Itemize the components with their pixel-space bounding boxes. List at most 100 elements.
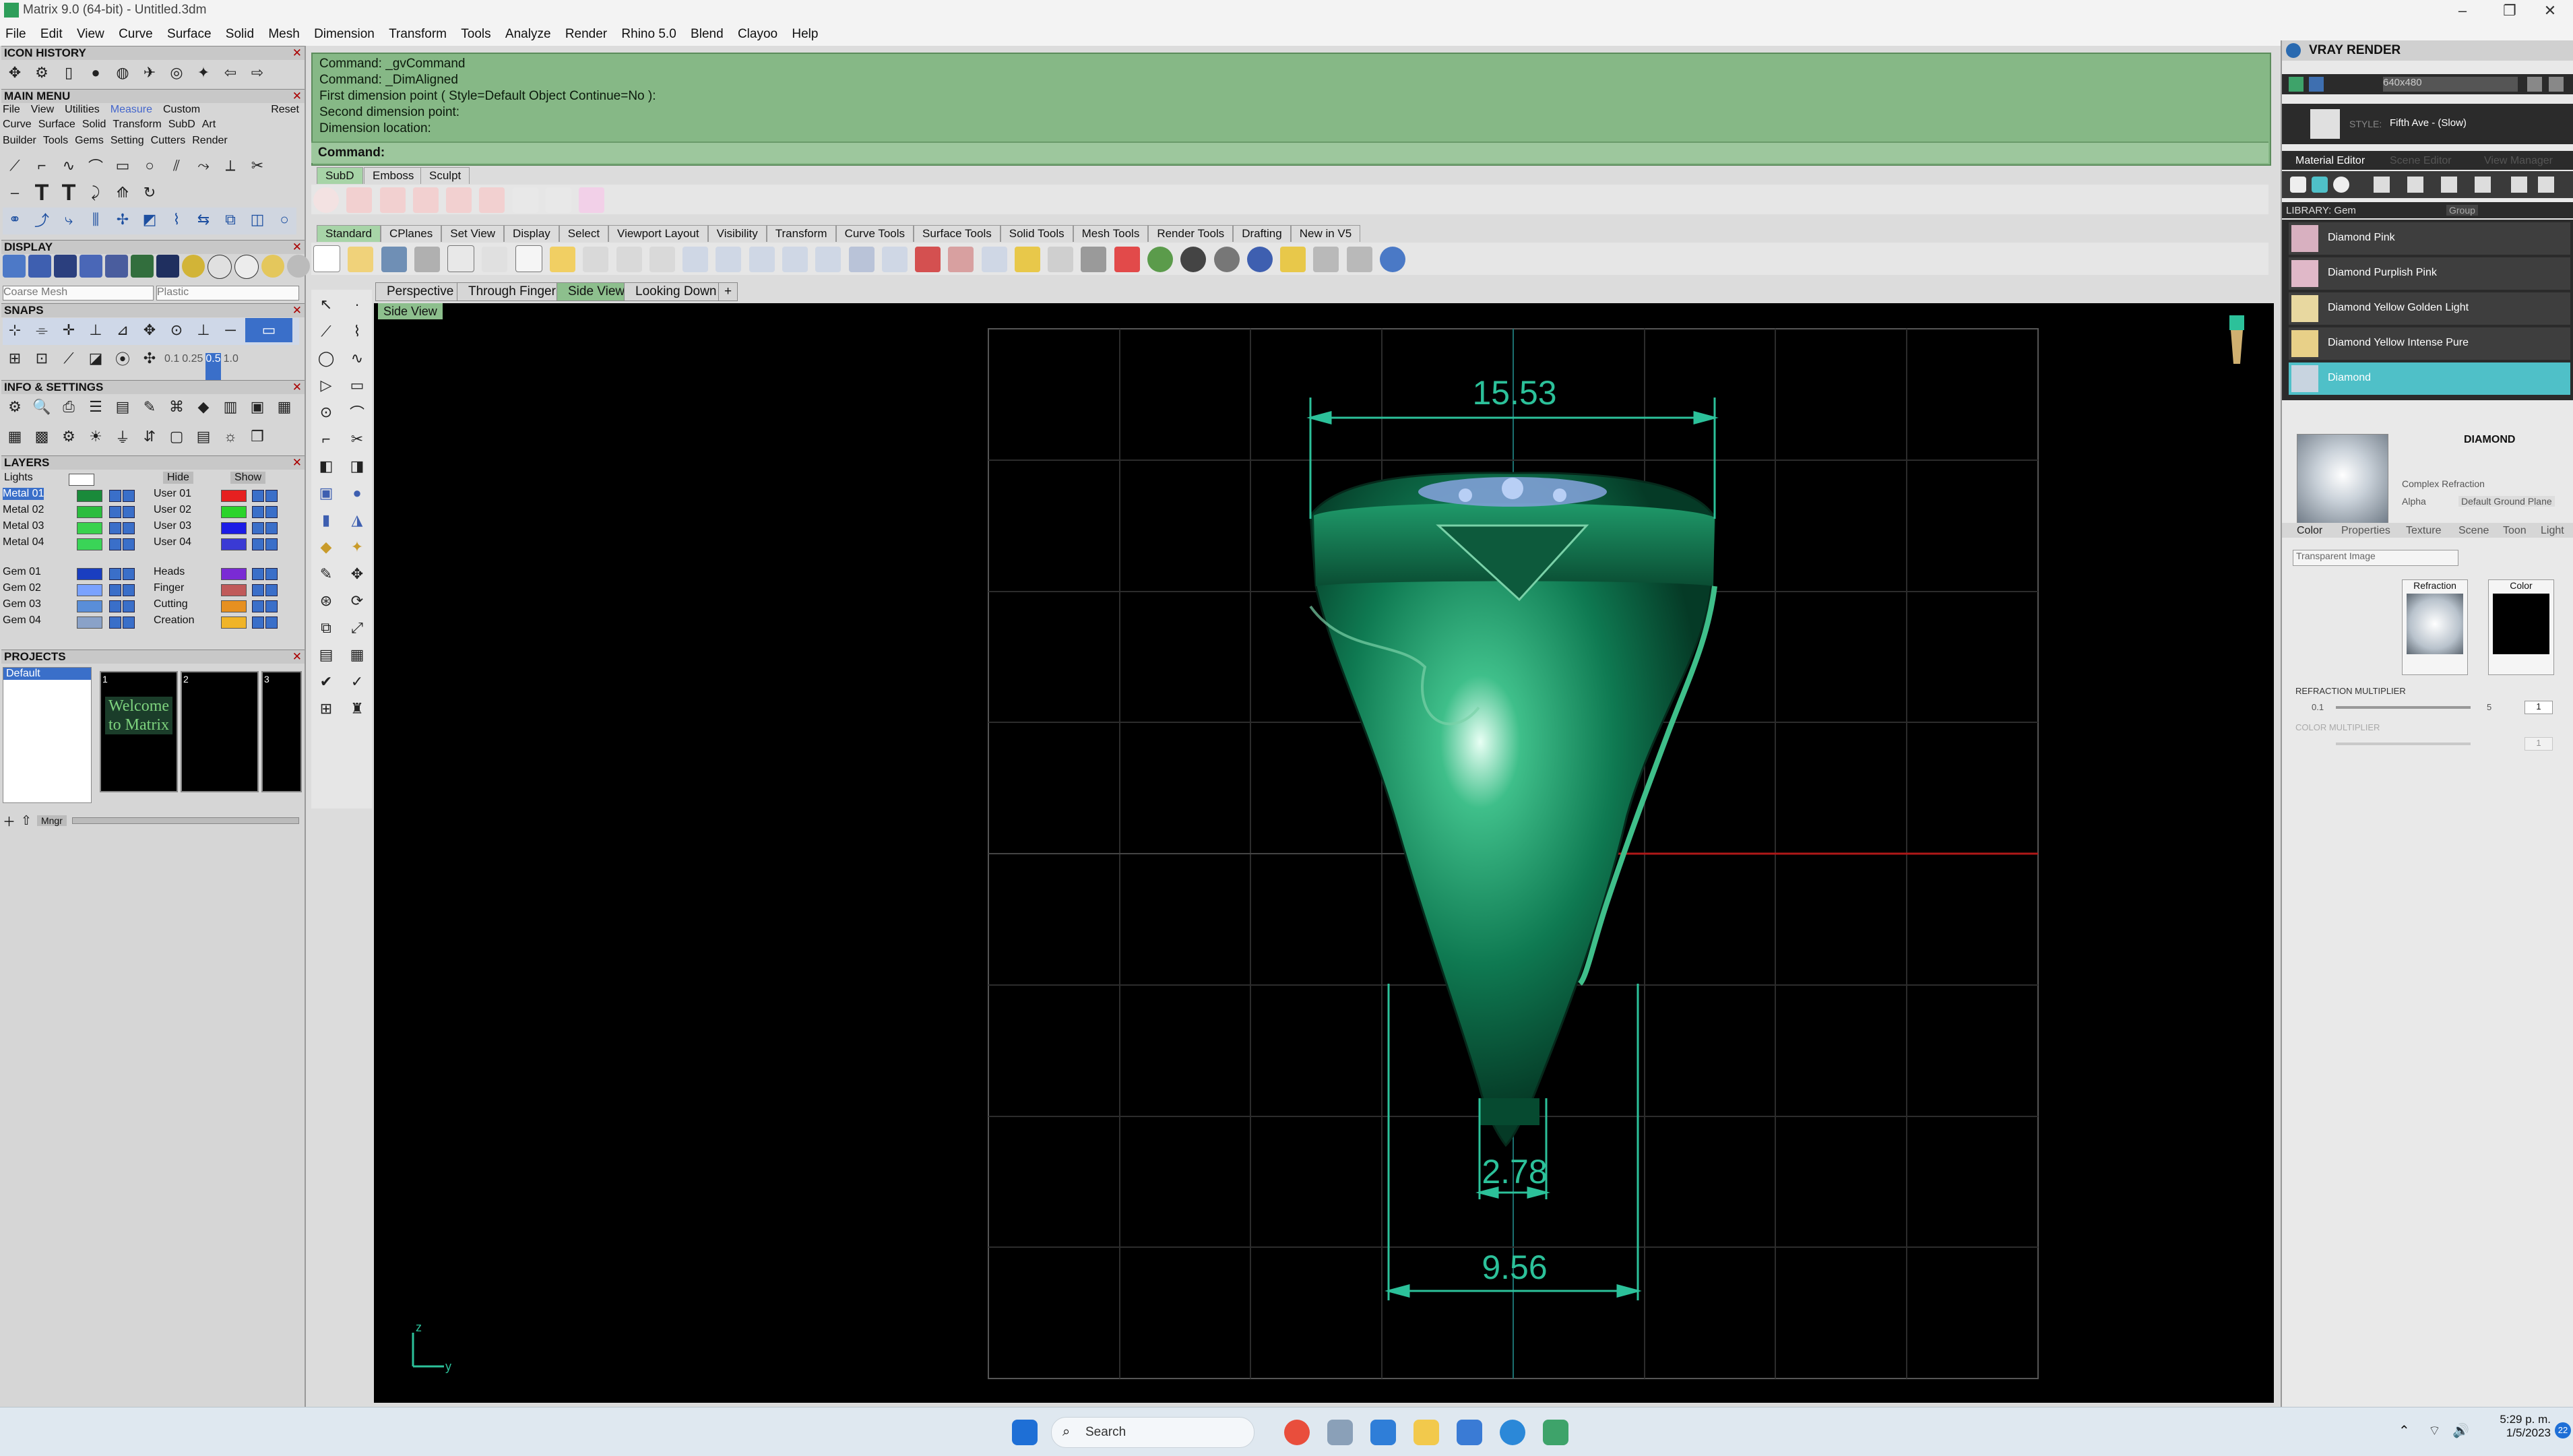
subd-eraser-icon[interactable] xyxy=(579,187,605,213)
main-tools[interactable]: Tools xyxy=(43,135,68,147)
layer-lock-icon[interactable] xyxy=(265,616,278,629)
tab-subd[interactable]: SubD xyxy=(317,167,363,184)
blend-tool-icon[interactable]: ⤳ xyxy=(191,154,216,178)
snap-point-icon[interactable]: ✛ xyxy=(57,318,81,342)
info-printer-icon[interactable]: ⎙ xyxy=(57,395,81,419)
menu-mesh[interactable]: Mesh xyxy=(263,22,305,42)
history-forward-icon[interactable]: ⇨ xyxy=(245,61,269,85)
mat-gem-icon[interactable] xyxy=(2312,177,2328,193)
mat-import-icon[interactable] xyxy=(2511,177,2527,193)
mat-sphere-icon[interactable] xyxy=(2333,177,2349,193)
layer-visible-icon[interactable] xyxy=(109,538,121,550)
info-panel-icon[interactable]: ▤ xyxy=(191,424,216,449)
vcyl-icon[interactable]: ▮ xyxy=(314,508,338,532)
info-gear2-icon[interactable]: ⚙ xyxy=(57,424,81,449)
layer-lock-icon[interactable] xyxy=(265,568,278,580)
matrix-taskbar-icon[interactable] xyxy=(1543,1420,1568,1445)
layer-name[interactable]: Finger xyxy=(154,582,184,594)
revolve-tool-icon[interactable]: ↻ xyxy=(137,181,162,205)
project-up-icon[interactable]: ⇧ xyxy=(21,813,32,829)
layer-color-swatch[interactable] xyxy=(77,568,102,580)
info-sun-icon[interactable]: ☼ xyxy=(218,424,243,449)
info-sort-icon[interactable]: ⇵ xyxy=(137,424,162,449)
material-item[interactable]: Diamond Pink xyxy=(2289,222,2570,255)
project-default[interactable]: Default xyxy=(3,668,91,680)
snap-curve-icon[interactable]: ⤷ xyxy=(57,208,81,232)
layer-color-swatch[interactable] xyxy=(77,522,102,534)
vfillet-icon[interactable]: ⌐ xyxy=(314,427,338,451)
mat-grid-icon[interactable] xyxy=(2374,177,2390,193)
mat-tile-icon[interactable] xyxy=(2441,177,2457,193)
toolbar-tab[interactable]: Render Tools xyxy=(1148,225,1234,242)
snap-quad-icon[interactable]: ─ xyxy=(218,318,243,342)
history-torus-icon[interactable]: ◎ xyxy=(164,61,189,85)
layer-color-swatch[interactable] xyxy=(77,506,102,518)
bulb-icon[interactable] xyxy=(1048,247,1074,272)
vloft-icon[interactable]: ◮ xyxy=(345,508,369,532)
layer-name[interactable]: Cutting xyxy=(154,598,188,610)
tray-chevron-icon[interactable]: ⌃ xyxy=(2399,1422,2410,1439)
main-curve[interactable]: Curve xyxy=(3,119,32,131)
main-menu-view[interactable]: View xyxy=(31,104,54,116)
vray-settings-icon[interactable] xyxy=(2527,77,2542,92)
subd-sphere-icon[interactable] xyxy=(313,187,339,213)
snap-toggle-icon[interactable]: ▭ xyxy=(245,318,292,342)
white-material-icon[interactable] xyxy=(208,255,232,279)
rotate-view-icon[interactable] xyxy=(815,247,841,272)
menu-view[interactable]: View xyxy=(71,22,110,42)
menu-surface[interactable]: Surface xyxy=(162,22,216,42)
group-select[interactable]: Group xyxy=(2446,205,2478,216)
osnap-icon[interactable]: ◪ xyxy=(84,346,108,371)
mat-export-icon[interactable] xyxy=(2538,177,2554,193)
arc-tool-icon[interactable]: ⌒ xyxy=(84,154,108,178)
layer-color-swatch[interactable] xyxy=(221,490,247,502)
refraction-box[interactable]: Refraction xyxy=(2402,579,2468,675)
history-tool-icon[interactable]: ✥ xyxy=(3,61,27,85)
layer-color-swatch[interactable] xyxy=(77,600,102,612)
toolbar-tab[interactable]: Surface Tools xyxy=(914,225,1000,242)
layer-lock-icon[interactable] xyxy=(265,600,278,612)
subtab-color[interactable]: Color xyxy=(2297,525,2322,537)
layer-color-swatch[interactable] xyxy=(77,538,102,550)
subtab-scene[interactable]: Scene xyxy=(2458,525,2489,537)
main-menu-measure[interactable]: Measure xyxy=(110,104,152,116)
menu-clayoo[interactable]: Clayoo xyxy=(732,22,783,42)
layer-row-right[interactable]: User 04 xyxy=(151,536,299,552)
layer-name[interactable]: Metal 01 xyxy=(3,488,44,500)
layer-color-swatch[interactable] xyxy=(221,584,247,596)
ring-model[interactable] xyxy=(1309,472,1717,1147)
grid-snap-tb-icon[interactable] xyxy=(915,247,941,272)
info-box2-icon[interactable]: ▢ xyxy=(164,424,189,449)
subd-torus-icon[interactable] xyxy=(412,187,439,213)
main-menu-reset[interactable]: Reset xyxy=(271,104,299,116)
layer-row-right[interactable]: Creation xyxy=(151,614,299,631)
vgrid-icon[interactable]: ⊞ xyxy=(314,697,338,721)
menu-rhino[interactable]: Rhino 5.0 xyxy=(616,22,681,42)
tab-sculpt[interactable]: Sculpt xyxy=(420,167,470,184)
layer-lock-icon[interactable] xyxy=(265,522,278,534)
vpaint-icon[interactable]: ♜ xyxy=(345,697,369,721)
project-slot-1[interactable]: 1 Welcome to Matrix xyxy=(100,671,178,792)
layer-color-swatch[interactable] xyxy=(221,616,247,629)
info-table-icon[interactable]: ▦ xyxy=(3,424,27,449)
layer-lock-icon[interactable] xyxy=(123,522,135,534)
subd-box-icon[interactable] xyxy=(346,187,373,213)
material-item[interactable]: Diamond Yellow Golden Light xyxy=(2289,292,2570,325)
tab-material-editor[interactable]: Material Editor xyxy=(2295,155,2365,167)
vline-icon[interactable]: ⟋ xyxy=(314,319,338,344)
vedit-icon[interactable]: ✎ xyxy=(314,562,338,586)
main-builder[interactable]: Builder xyxy=(3,135,36,147)
snap-int-icon[interactable]: ✥ xyxy=(137,318,162,342)
ring-tool-icon[interactable]: ○ xyxy=(272,208,296,232)
gumball-snap-icon[interactable]: ✣ xyxy=(137,346,162,371)
mail-icon[interactable] xyxy=(1457,1420,1482,1445)
layer-color-swatch[interactable] xyxy=(221,506,247,518)
vpolyline-icon[interactable]: ⌇ xyxy=(345,319,369,344)
layer-lock-icon[interactable] xyxy=(265,538,278,550)
layer-lock-icon[interactable] xyxy=(123,506,135,518)
project-slot-3[interactable]: 3 xyxy=(261,671,302,792)
vprong-icon[interactable]: ✦ xyxy=(345,535,369,559)
toolbar-tab[interactable]: Transform xyxy=(766,225,836,242)
chrome-icon[interactable] xyxy=(1284,1420,1310,1445)
history-back-icon[interactable]: ⇦ xyxy=(218,61,243,85)
